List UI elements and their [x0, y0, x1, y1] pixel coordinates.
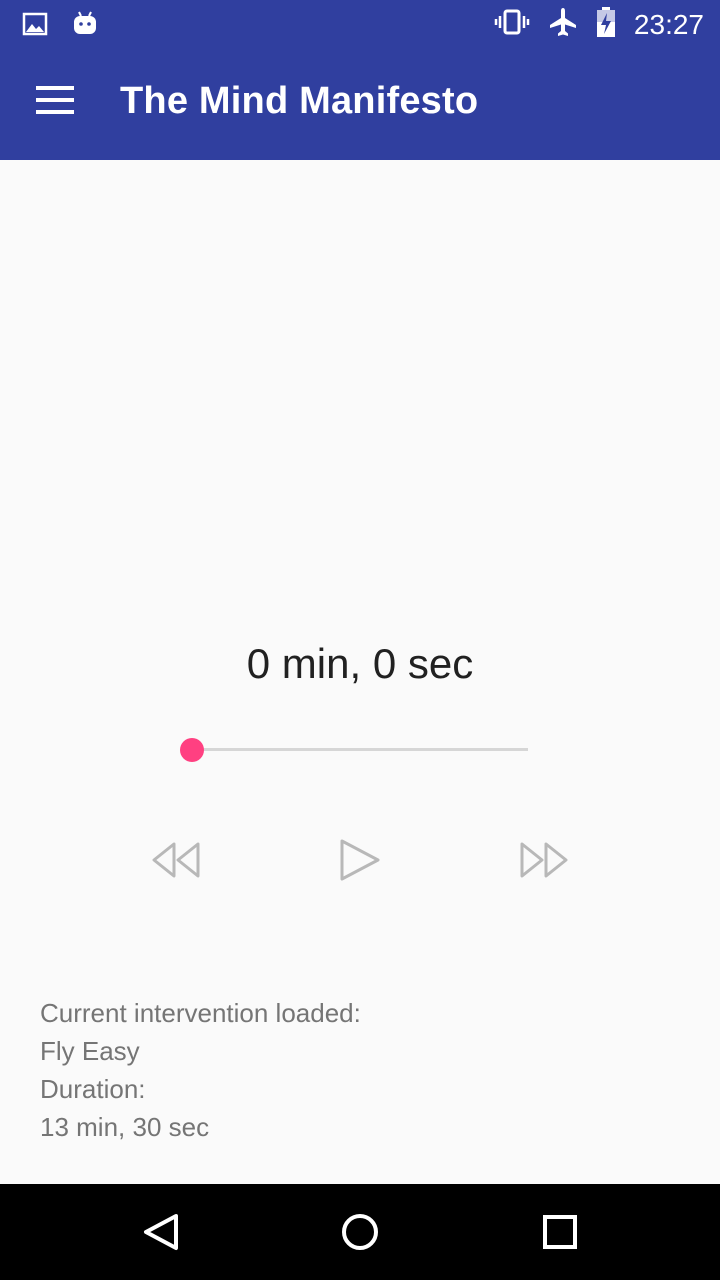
intervention-duration: 13 min, 30 sec — [40, 1112, 210, 1142]
app-bar: The Mind Manifesto — [0, 48, 720, 160]
intervention-name: Fly Easy — [40, 1036, 140, 1066]
rewind-icon — [152, 842, 200, 878]
recents-icon — [543, 1215, 577, 1249]
android-icon — [72, 10, 98, 43]
status-bar: 23:27 — [0, 0, 720, 48]
seekbar-track — [190, 748, 528, 751]
intervention-loaded-label: Current intervention loaded: — [40, 998, 361, 1028]
battery-charging-icon — [596, 6, 616, 43]
playback-seekbar[interactable] — [180, 736, 530, 764]
vibrate-icon — [494, 8, 530, 41]
intervention-info: Current intervention loaded: Fly Easy Du… — [40, 994, 361, 1146]
fast-forward-button[interactable] — [514, 836, 574, 884]
home-icon — [342, 1214, 378, 1250]
elapsed-time: 0 min, 0 sec — [246, 640, 474, 687]
seekbar-thumb[interactable] — [180, 738, 204, 762]
airplane-mode-icon — [548, 6, 578, 43]
play-icon — [340, 839, 380, 881]
rewind-button[interactable] — [146, 836, 206, 884]
status-time: 23:27 — [633, 8, 704, 40]
back-button[interactable] — [136, 1208, 184, 1256]
system-nav-bar — [0, 1184, 720, 1280]
hamburger-menu-icon[interactable] — [36, 86, 76, 118]
recents-button[interactable] — [536, 1208, 584, 1256]
play-button[interactable] — [330, 836, 390, 884]
app-title: The Mind Manifesto — [120, 80, 479, 122]
back-icon — [144, 1214, 178, 1250]
image-icon — [22, 11, 48, 42]
home-button[interactable] — [336, 1208, 384, 1256]
duration-label: Duration: — [40, 1074, 146, 1104]
fast-forward-icon — [520, 842, 568, 878]
